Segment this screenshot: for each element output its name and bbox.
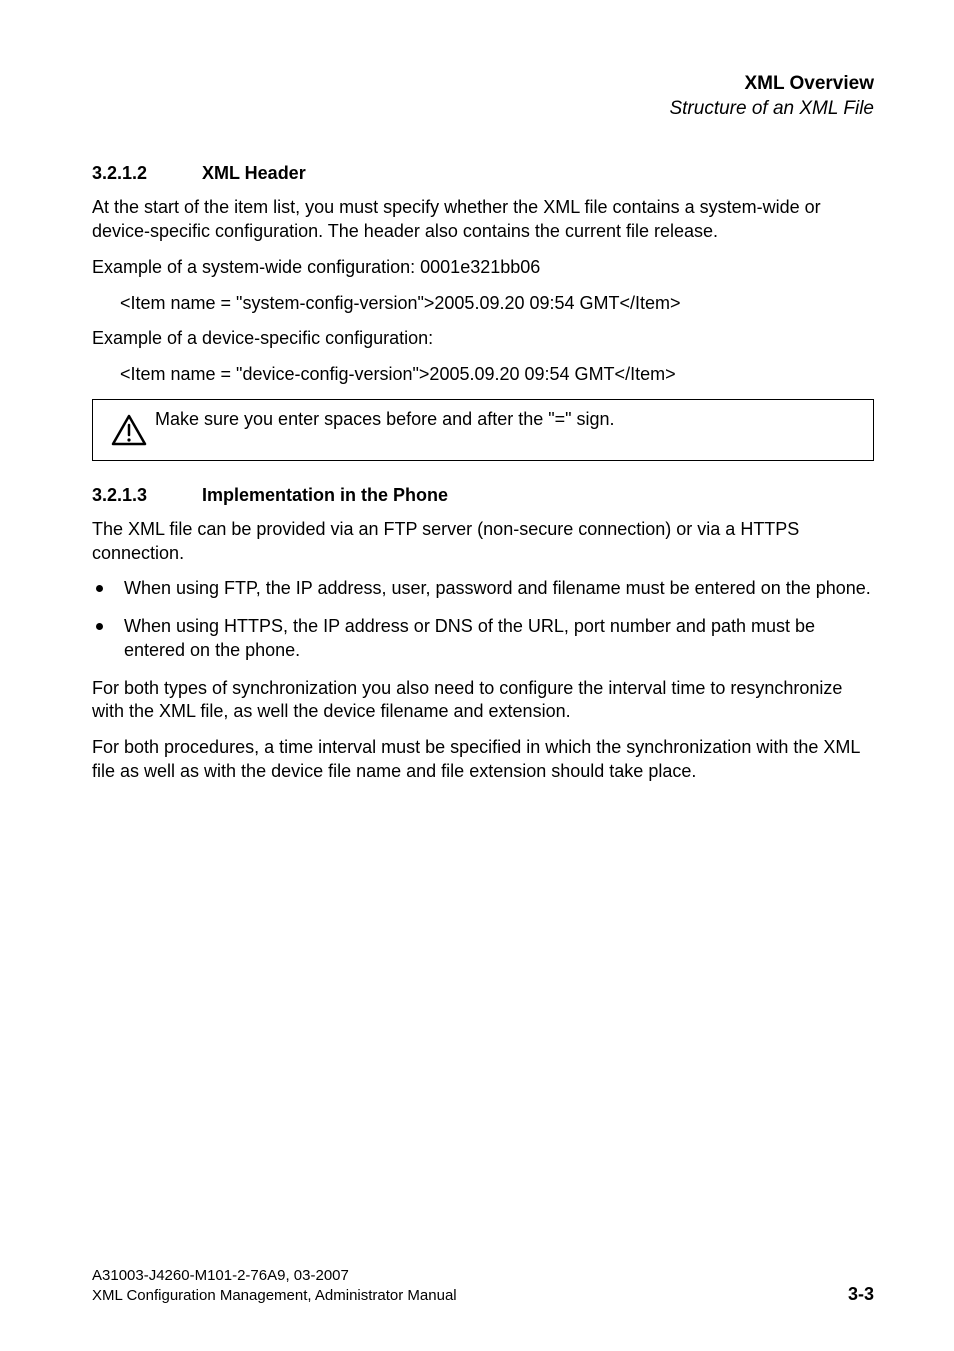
- code-example: <Item name = "device-config-version">200…: [120, 363, 874, 387]
- page-header: XML Overview Structure of an XML File: [92, 72, 874, 121]
- footer-ref: A31003-J4260-M101-2-76A9, 03-2007: [92, 1266, 457, 1286]
- page-title: XML Overview: [92, 72, 874, 97]
- section-heading-1: 3.2.1.2XML Header: [92, 163, 874, 184]
- page-footer: A31003-J4260-M101-2-76A9, 03-2007 XML Co…: [92, 1266, 874, 1305]
- code-example: <Item name = "system-config-version">200…: [120, 292, 874, 316]
- section-heading-2: 3.2.1.3Implementation in the Phone: [92, 485, 874, 506]
- page-subtitle: Structure of an XML File: [92, 97, 874, 122]
- paragraph: At the start of the item list, you must …: [92, 196, 874, 244]
- paragraph: Example of a device-specific configurati…: [92, 327, 874, 351]
- paragraph: Example of a system-wide configuration: …: [92, 256, 874, 280]
- section-title: Implementation in the Phone: [202, 485, 448, 505]
- warning-icon: [103, 408, 155, 446]
- paragraph: For both procedures, a time interval mus…: [92, 736, 874, 784]
- page-number: 3-3: [848, 1284, 874, 1305]
- note-box: Make sure you enter spaces before and af…: [92, 399, 874, 461]
- list-item: When using FTP, the IP address, user, pa…: [92, 577, 874, 601]
- section-title: XML Header: [202, 163, 306, 183]
- paragraph: For both types of synchronization you al…: [92, 677, 874, 725]
- bullet-list: When using FTP, the IP address, user, pa…: [92, 577, 874, 662]
- section-number: 3.2.1.2: [92, 163, 202, 184]
- note-text: Make sure you enter spaces before and af…: [155, 408, 615, 432]
- footer-left: A31003-J4260-M101-2-76A9, 03-2007 XML Co…: [92, 1266, 457, 1305]
- paragraph: The XML file can be provided via an FTP …: [92, 518, 874, 566]
- section-number: 3.2.1.3: [92, 485, 202, 506]
- footer-doc-title: XML Configuration Management, Administra…: [92, 1286, 457, 1306]
- list-item: When using HTTPS, the IP address or DNS …: [92, 615, 874, 663]
